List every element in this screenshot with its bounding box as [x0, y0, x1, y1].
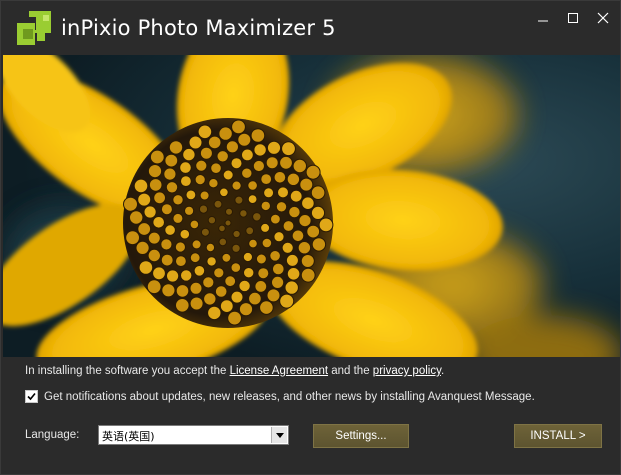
close-icon	[597, 12, 609, 24]
language-label: Language:	[25, 429, 80, 441]
app-logo-icon	[17, 11, 51, 45]
close-button[interactable]	[589, 7, 617, 29]
window-title: inPixio Photo Maximizer 5	[61, 16, 336, 40]
minimize-button[interactable]	[529, 7, 557, 29]
license-agreement-link[interactable]: License Agreement	[230, 365, 328, 377]
dropdown-button[interactable]	[271, 427, 287, 443]
hero-image	[3, 55, 620, 357]
chevron-down-icon	[275, 432, 284, 438]
license-notice: In installing the software you accept th…	[25, 365, 444, 377]
checkmark-icon	[27, 392, 36, 401]
notifications-option[interactable]: Get notifications about updates, new rel…	[25, 390, 535, 403]
notifications-label: Get notifications about updates, new rel…	[44, 390, 535, 403]
maximize-icon	[568, 13, 578, 23]
language-selected-value: 英语(英国)	[102, 430, 155, 443]
flower-image	[3, 55, 620, 357]
license-notice-prefix: In installing the software you accept th…	[25, 365, 230, 377]
installer-window: inPixio Photo Maximizer 5 In installing …	[0, 0, 621, 475]
privacy-policy-link[interactable]: privacy policy	[373, 365, 441, 377]
install-button[interactable]: INSTALL >	[514, 424, 602, 448]
maximize-button[interactable]	[559, 7, 587, 29]
settings-button[interactable]: Settings...	[313, 424, 409, 448]
language-select[interactable]: 英语(英国)	[98, 425, 289, 445]
license-notice-middle: and the	[328, 365, 373, 377]
title-bar[interactable]: inPixio Photo Maximizer 5	[1, 1, 620, 55]
minimize-icon	[538, 20, 548, 22]
notifications-checkbox[interactable]	[25, 390, 38, 403]
license-notice-suffix: .	[440, 365, 445, 377]
